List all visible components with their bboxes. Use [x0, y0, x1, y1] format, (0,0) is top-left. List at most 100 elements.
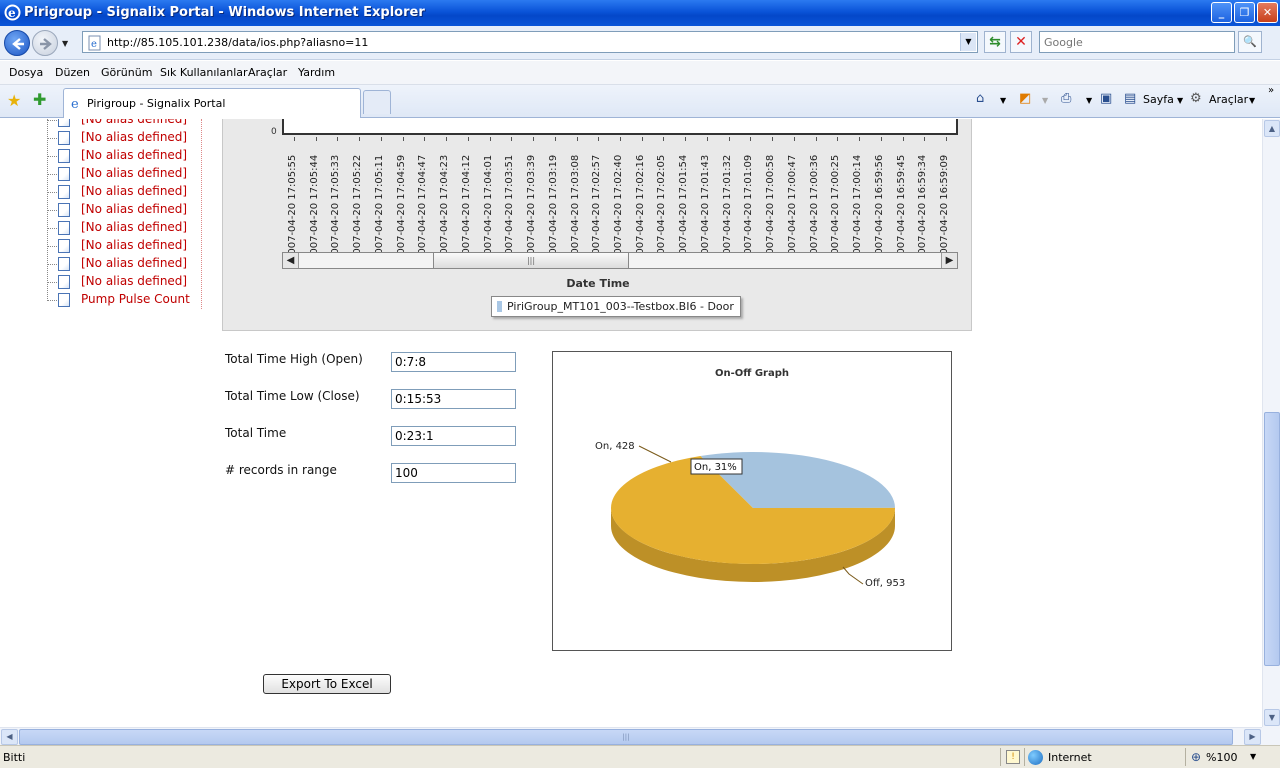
x-tick	[315, 137, 317, 141]
address-toolbar: ▼ e http://85.105.101.238/data/ios.php?a…	[0, 26, 1280, 60]
refresh-button[interactable]: ⇆	[984, 31, 1006, 53]
menu-view[interactable]: Görünüm	[101, 66, 152, 79]
total-time-low-field[interactable]: 0:15:53	[391, 389, 516, 409]
search-button[interactable]: 🔍	[1238, 31, 1262, 53]
tools-gear-icon[interactable]: ⚙	[1190, 91, 1202, 106]
vertical-scroll-thumb[interactable]	[1264, 412, 1280, 666]
tab-pirigroup[interactable]: e Pirigroup - Signalix Portal	[63, 88, 361, 118]
address-dropdown-icon[interactable]: ▼	[960, 33, 976, 51]
zoom-dropdown-icon[interactable]: ▼	[1250, 752, 1256, 761]
menu-edit[interactable]: Düzen	[55, 66, 90, 79]
chart-scroll-right-icon[interactable]: ▶	[941, 253, 957, 268]
x-tick	[685, 137, 687, 141]
research-icon[interactable]: ▣	[1100, 91, 1112, 106]
zoom-level[interactable]: %100	[1206, 751, 1237, 764]
feed-dropdown-icon[interactable]: ▼	[1042, 96, 1048, 105]
tree-item[interactable]: [No alias defined]	[47, 183, 207, 201]
horizontal-scroll-thumb[interactable]: |||	[19, 729, 1233, 745]
history-dropdown-icon[interactable]: ▼	[62, 39, 68, 48]
menu-tools[interactable]: Araçlar	[248, 66, 287, 79]
tree-item[interactable]: [No alias defined]	[47, 165, 207, 183]
tree-item-label[interactable]: [No alias defined]	[81, 130, 187, 144]
page-vertical-scrollbar[interactable]: ▲ ▼	[1262, 119, 1280, 727]
tree-item-label[interactable]: [No alias defined]	[81, 119, 187, 126]
tree-item-label[interactable]: [No alias defined]	[81, 256, 187, 270]
chevron-more-icon[interactable]: »	[1268, 85, 1274, 96]
x-tick	[533, 137, 535, 141]
tree-item-label[interactable]: [No alias defined]	[81, 220, 187, 234]
print-dropdown-icon[interactable]: ▼	[1086, 96, 1092, 105]
tree-item[interactable]: [No alias defined]	[47, 273, 207, 291]
close-window-button[interactable]: ✕	[1257, 2, 1278, 23]
tree-item[interactable]: [No alias defined]	[47, 119, 207, 129]
page-dropdown-icon[interactable]: ▼	[1177, 96, 1183, 105]
scroll-down-icon[interactable]: ▼	[1264, 709, 1280, 726]
page-menu[interactable]: Sayfa	[1143, 93, 1174, 106]
minimize-button[interactable]: _	[1211, 2, 1232, 23]
menu-file[interactable]: Dosya	[9, 66, 43, 79]
search-input[interactable]	[1040, 32, 1234, 52]
chart-scroll-thumb[interactable]: |||	[433, 253, 629, 268]
tree-item[interactable]: [No alias defined]	[47, 147, 207, 165]
address-url[interactable]: http://85.105.101.238/data/ios.php?alias…	[107, 36, 368, 49]
page-horizontal-scrollbar[interactable]: ◀ ||| ▶	[0, 727, 1262, 745]
x-tick-label: 2007-04-20 17:03:39	[526, 154, 538, 261]
new-tab-button[interactable]	[363, 90, 391, 114]
chart-scrollbar[interactable]: ◀ ||| ▶	[282, 252, 958, 269]
window-title-bar: e Pirigroup - Signalix Portal - Windows …	[0, 0, 1280, 26]
home-icon[interactable]: ⌂	[976, 91, 984, 106]
svg-text:e: e	[8, 6, 16, 20]
zoom-icon[interactable]: ⊕	[1191, 750, 1201, 764]
document-icon	[58, 293, 70, 307]
rss-feed-icon[interactable]: ◩	[1019, 91, 1031, 106]
tree-item[interactable]: [No alias defined]	[47, 255, 207, 273]
x-tick-label: 2007-04-20 17:01:09	[743, 154, 755, 261]
pie-leader-line	[638, 445, 672, 463]
internet-zone-globe-icon[interactable]	[1028, 750, 1043, 765]
menu-favorites[interactable]: Sık Kullanılanlar	[160, 66, 248, 79]
x-tick-label: 2007-04-20 17:03:19	[547, 154, 559, 261]
tree-item-label[interactable]: [No alias defined]	[81, 184, 187, 198]
tree-item-label[interactable]: [No alias defined]	[81, 148, 187, 162]
x-tick	[837, 137, 839, 141]
tree-item-label[interactable]: [No alias defined]	[81, 166, 187, 180]
export-to-excel-button[interactable]: Export To Excel	[263, 674, 391, 694]
search-box[interactable]	[1039, 31, 1235, 53]
page-icon[interactable]: ▤	[1124, 91, 1136, 106]
tools-menu[interactable]: Araçlar	[1209, 93, 1248, 106]
tree-item-label[interactable]: Pump Pulse Count	[81, 292, 190, 306]
x-tick	[728, 137, 730, 141]
tree-item[interactable]: [No alias defined]	[47, 129, 207, 147]
favorites-star-icon[interactable]: ★	[7, 91, 21, 110]
back-button[interactable]	[4, 30, 30, 56]
security-zone[interactable]: Internet	[1048, 751, 1092, 764]
document-icon	[58, 167, 70, 181]
x-tick	[924, 137, 926, 141]
chart-scroll-left-icon[interactable]: ◀	[283, 253, 299, 268]
scroll-right-icon[interactable]: ▶	[1244, 729, 1261, 745]
tree-item[interactable]: [No alias defined]	[47, 219, 207, 237]
home-dropdown-icon[interactable]: ▼	[1000, 96, 1006, 105]
total-time-high-label: Total Time High (Open)	[225, 352, 363, 366]
tree-item[interactable]: [No alias defined]	[47, 237, 207, 255]
total-time-high-field[interactable]: 0:7:8	[391, 352, 516, 372]
records-in-range-field[interactable]: 100	[391, 463, 516, 483]
x-tick-label: 2007-04-20 17:04:12	[460, 154, 472, 261]
forward-button[interactable]	[32, 30, 58, 56]
tree-item[interactable]: [No alias defined]	[47, 201, 207, 219]
protected-mode-icon[interactable]: !	[1006, 750, 1020, 764]
add-favorite-icon[interactable]: ✚	[33, 90, 46, 109]
maximize-button[interactable]: ❐	[1234, 2, 1255, 23]
scroll-up-icon[interactable]: ▲	[1264, 120, 1280, 137]
total-time-field[interactable]: 0:23:1	[391, 426, 516, 446]
tree-item[interactable]: Pump Pulse Count	[47, 291, 207, 309]
stop-button[interactable]: ✕	[1010, 31, 1032, 53]
tree-item-label[interactable]: [No alias defined]	[81, 238, 187, 252]
tools-dropdown-icon[interactable]: ▼	[1249, 96, 1255, 105]
tree-item-label[interactable]: [No alias defined]	[81, 202, 187, 216]
scroll-left-icon[interactable]: ◀	[1, 729, 18, 745]
print-icon[interactable]: ⎙	[1061, 91, 1071, 106]
address-bar[interactable]: e http://85.105.101.238/data/ios.php?ali…	[82, 31, 978, 53]
menu-help[interactable]: Yardım	[298, 66, 335, 79]
tree-item-label[interactable]: [No alias defined]	[81, 274, 187, 288]
